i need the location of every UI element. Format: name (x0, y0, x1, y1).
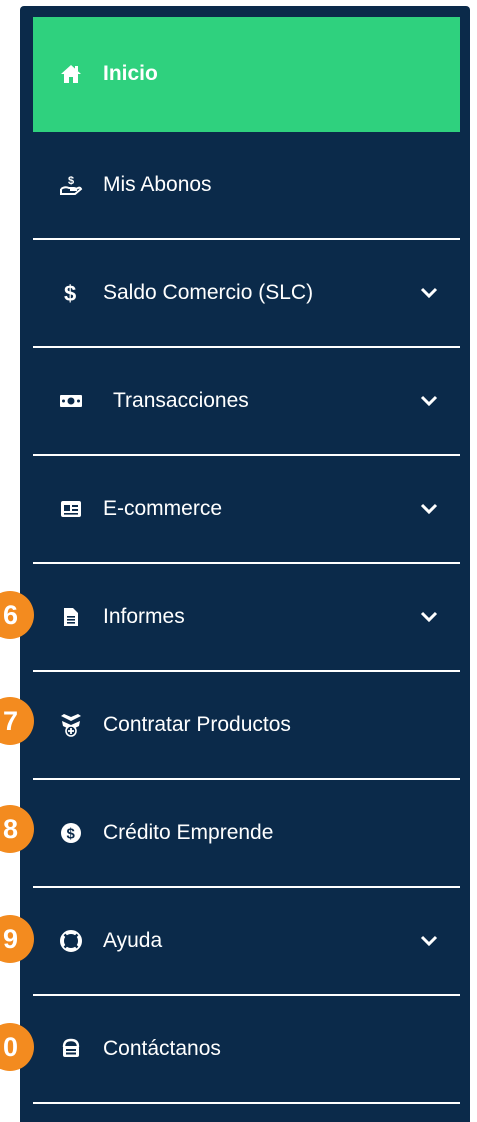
step-badge-6: 6 (0, 591, 34, 639)
svg-text:$: $ (64, 281, 76, 305)
step-badge-0: 0 (0, 1023, 34, 1071)
menu-list: Inicio $ Mis Abonos $ Saldo Comercio (SL… (33, 17, 460, 1122)
step-badges: 6 7 8 9 0 (0, 0, 40, 1122)
menu-item-partial (33, 1104, 460, 1122)
menu-label-mis-abonos: Mis Abonos (103, 173, 212, 196)
menu-item-inicio[interactable]: Inicio (33, 17, 460, 132)
menu-item-informes[interactable]: Informes (33, 564, 460, 672)
chevron-down-icon[interactable] (418, 390, 440, 412)
menu-item-contratar-productos[interactable]: Contratar Productos (33, 672, 460, 780)
dollar-circle-icon: $ (59, 821, 83, 845)
document-icon (59, 605, 83, 629)
menu-label-ayuda: Ayuda (103, 929, 163, 952)
chevron-down-icon[interactable] (418, 282, 440, 304)
menu-label-informes: Informes (103, 605, 185, 628)
menu-label-contactanos: Contáctanos (103, 1037, 221, 1060)
step-badge-8: 8 (0, 805, 34, 853)
dollar-icon: $ (59, 281, 83, 305)
menu-label-credito-emprende: Crédito Emprende (103, 821, 274, 844)
money-bill-icon (59, 389, 83, 413)
id-card-icon (59, 497, 83, 521)
menu-item-contactanos[interactable]: Contáctanos (33, 996, 460, 1104)
step-badge-7: 7 (0, 697, 34, 745)
menu-item-mis-abonos[interactable]: $ Mis Abonos (33, 132, 460, 240)
chevron-down-icon[interactable] (418, 930, 440, 952)
home-icon (59, 62, 83, 86)
step-badge-6-text: 6 (2, 599, 18, 630)
menu-label-saldo-comercio: Saldo Comercio (SLC) (103, 281, 314, 304)
step-badge-9: 9 (0, 915, 34, 963)
step-badge-7-text: 7 (2, 705, 18, 736)
menu-label-transacciones: Transacciones (113, 389, 249, 412)
menu-item-e-commerce[interactable]: E-commerce (33, 456, 460, 564)
gift-plus-icon (59, 713, 83, 737)
menu-item-credito-emprende[interactable]: $ Crédito Emprende (33, 780, 460, 888)
menu-item-saldo-comercio[interactable]: $ Saldo Comercio (SLC) (33, 240, 460, 348)
lifebuoy-icon (59, 929, 83, 953)
menu-label-inicio: Inicio (103, 61, 158, 85)
svg-text:$: $ (67, 826, 76, 843)
menu-item-transacciones[interactable]: Transacciones (33, 348, 460, 456)
chevron-down-icon[interactable] (418, 606, 440, 628)
svg-text:$: $ (68, 175, 74, 187)
step-badge-9-text: 9 (2, 923, 18, 954)
step-badge-0-text: 0 (2, 1031, 18, 1062)
step-badge-8-text: 8 (2, 813, 18, 844)
menu-item-ayuda[interactable]: Ayuda (33, 888, 460, 996)
menu-label-e-commerce: E-commerce (103, 497, 223, 520)
menu-label-contratar-productos: Contratar Productos (103, 713, 291, 736)
contact-icon (59, 1037, 83, 1061)
chevron-down-icon[interactable] (418, 498, 440, 520)
hand-money-icon: $ (59, 173, 83, 197)
sidebar-menu: Inicio $ Mis Abonos $ Saldo Comercio (SL… (20, 6, 470, 1122)
